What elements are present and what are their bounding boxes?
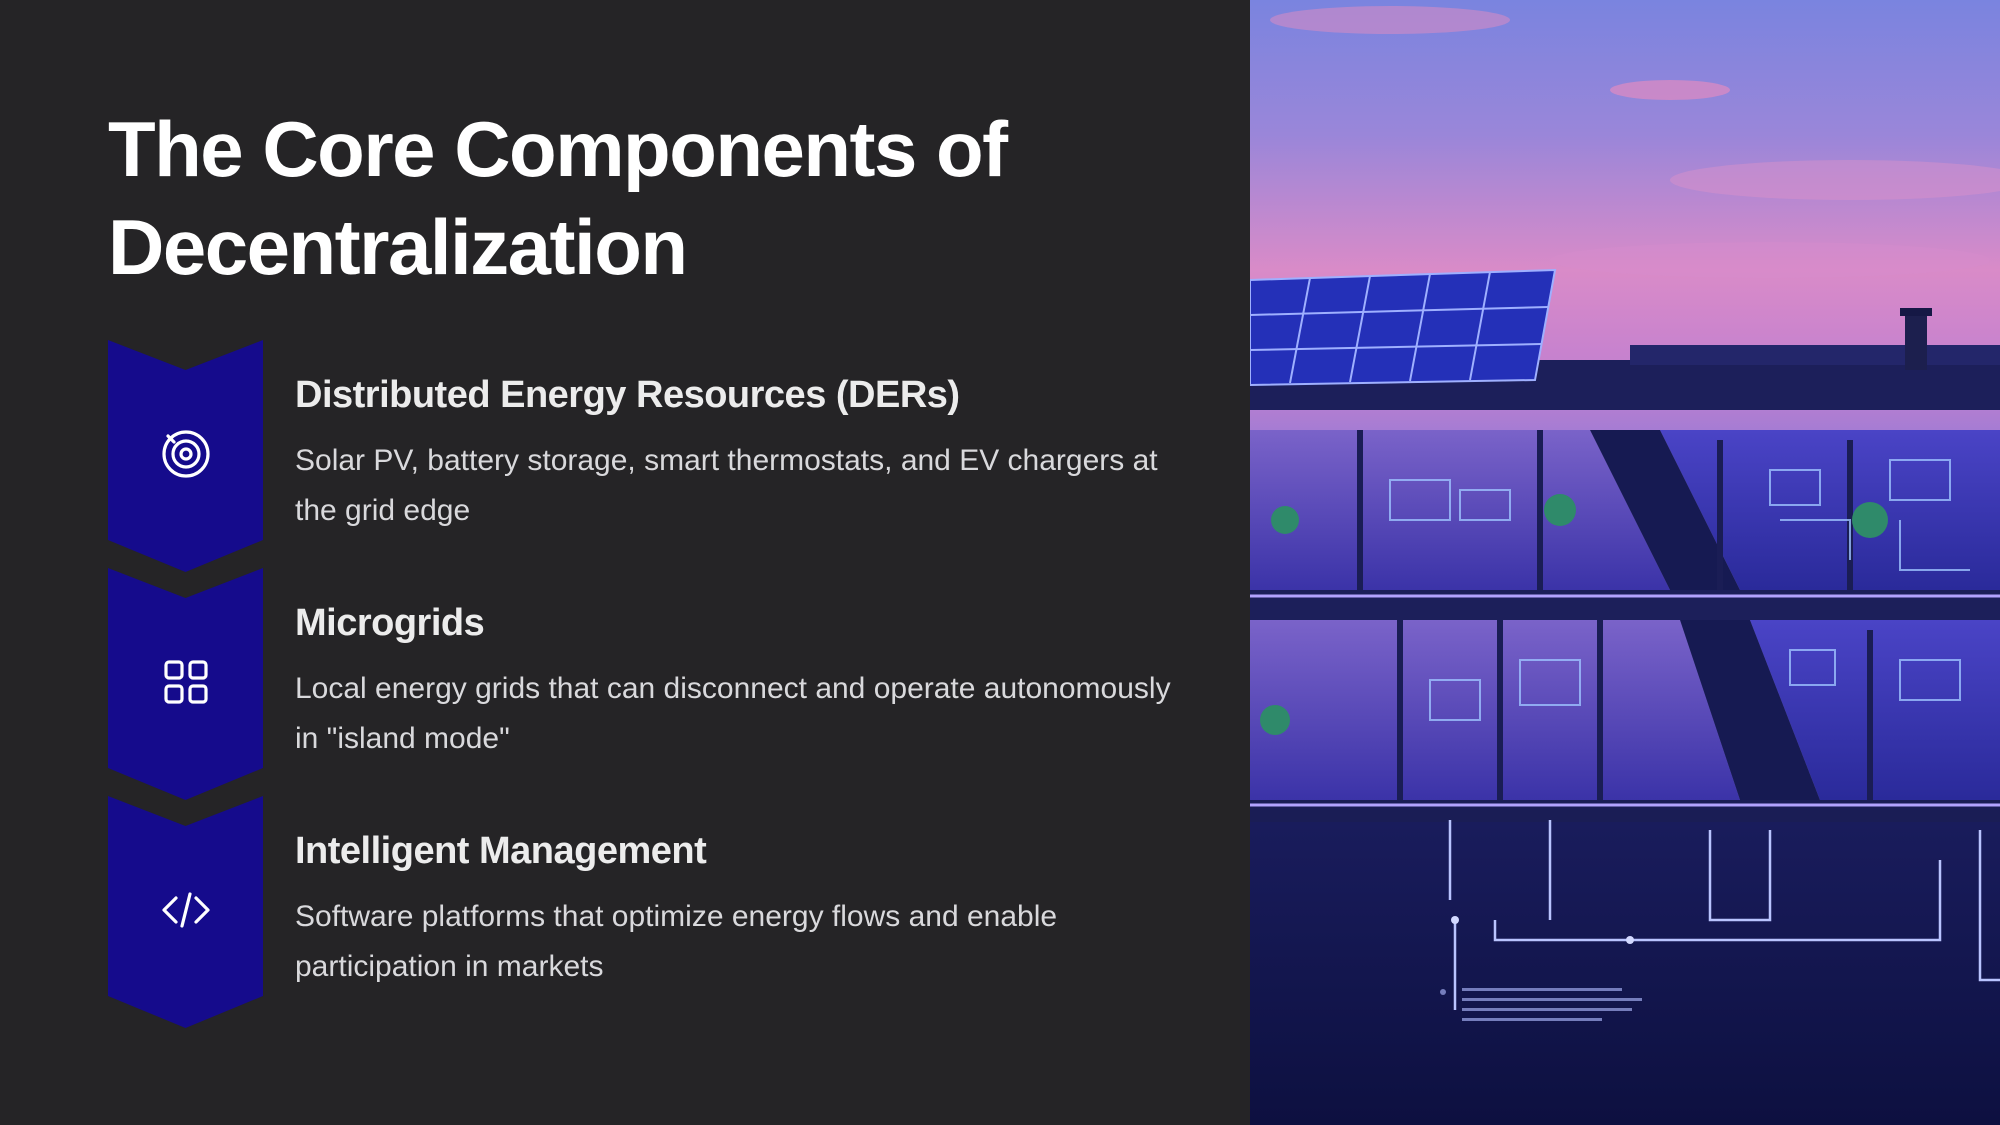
- item-title: Microgrids: [295, 602, 485, 644]
- item-title: Distributed Energy Resources (DERs): [295, 374, 960, 416]
- title-line-1: The Core Components of: [108, 105, 1008, 193]
- code-brackets-icon: [162, 892, 210, 928]
- title-line-2: Decentralization: [108, 203, 688, 291]
- item-badge: [108, 340, 263, 572]
- component-item-microgrids: Microgrids Local energy grids that can d…: [108, 568, 1208, 800]
- grid-squares-icon: [164, 660, 208, 704]
- item-badge: [108, 796, 263, 1028]
- item-description: Solar PV, battery storage, smart thermos…: [295, 444, 1158, 527]
- component-item-intelligent-management: Intelligent Management Software platform…: [108, 796, 1208, 1028]
- item-title: Intelligent Management: [295, 830, 707, 872]
- target-rings-icon: [162, 430, 210, 478]
- item-badge: [108, 568, 263, 800]
- item-description: Software platforms that optimize energy …: [295, 900, 1058, 983]
- component-item-ders: Distributed Energy Resources (DERs) Sola…: [108, 340, 1208, 572]
- item-description: Local energy grids that can disconnect a…: [295, 672, 1171, 755]
- content-panel: The Core Components of Decentralization …: [0, 0, 1250, 1125]
- house-illustration: [1250, 0, 2000, 1125]
- page-title: The Core Components of Decentralization: [108, 100, 1208, 296]
